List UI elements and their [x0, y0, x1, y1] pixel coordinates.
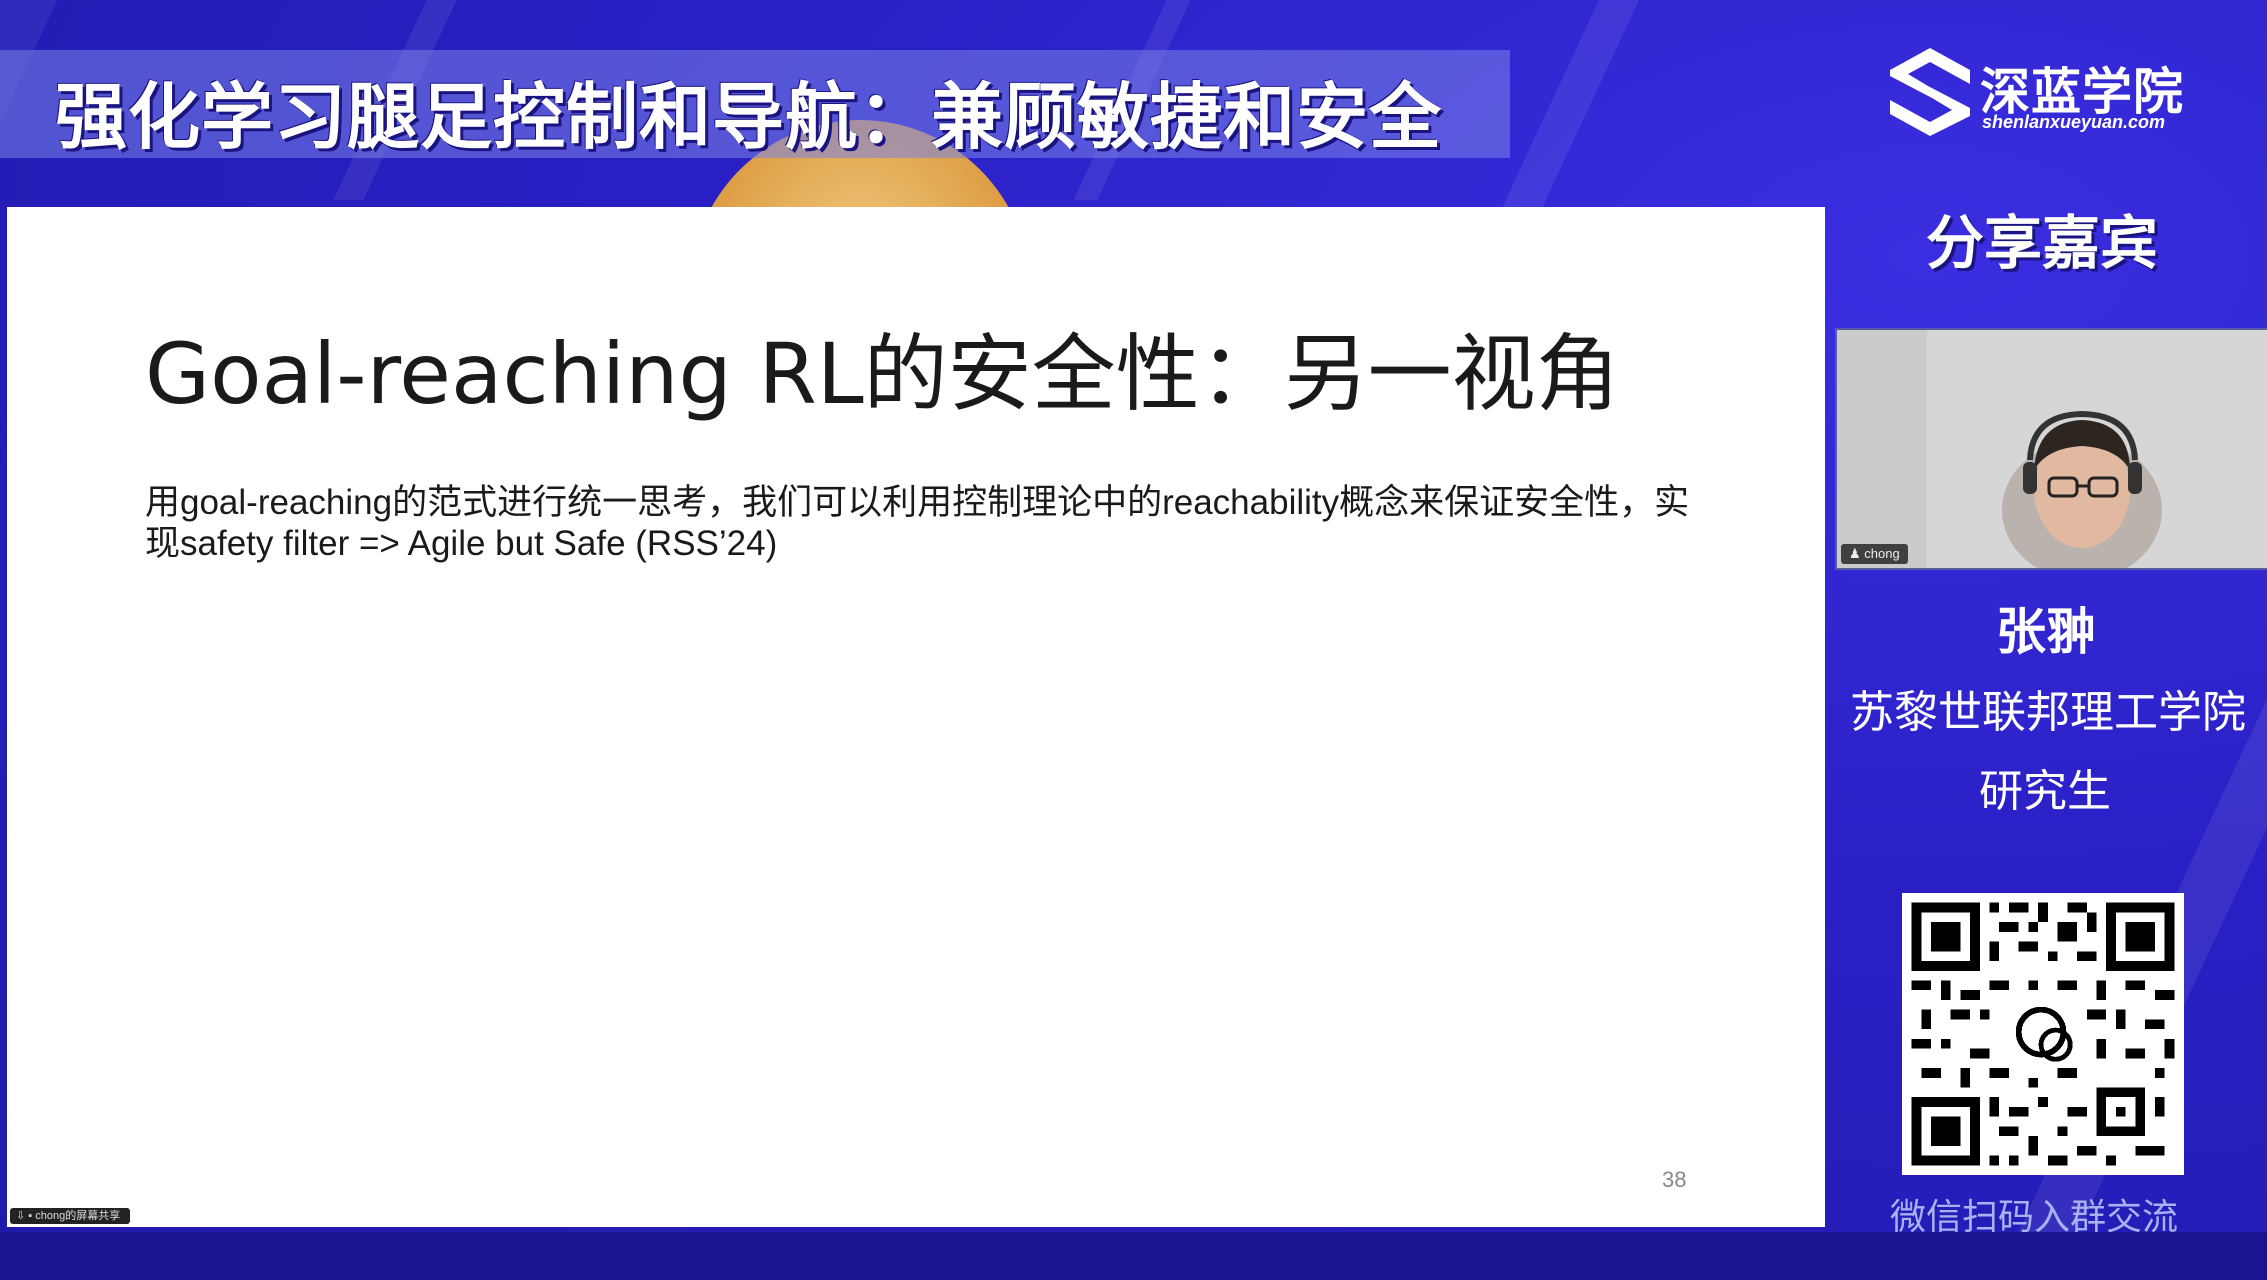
- webcam-feed[interactable]: ♟ chong: [1835, 328, 2267, 570]
- shenlan-s-logo-icon: [1890, 48, 1970, 136]
- logo-name-en: shenlanxueyuan.com: [1982, 112, 2166, 132]
- screen-share-icon: ⇩ ▪: [16, 1210, 36, 1222]
- screen-share-indicator[interactable]: ⇩ ▪ chong的屏幕共享: [10, 1208, 130, 1224]
- webcam-label: chong: [1864, 546, 1900, 561]
- guest-name: 张翀: [1996, 604, 2096, 660]
- slide-title: Goal-reaching RL的安全性：另一视角: [145, 325, 1620, 423]
- slide-page-number: 38: [1662, 1167, 1687, 1192]
- main-title: 强化学习腿足控制和导航：兼顾敏捷和安全: [55, 78, 1443, 158]
- wechat-qr-code: [1902, 893, 2184, 1175]
- presentation-slide: Goal-reaching RL的安全性：另一视角 用goal-reaching…: [7, 207, 1825, 1227]
- guest-heading: 分享嘉宾: [1926, 211, 2159, 276]
- bottom-bar: [0, 1232, 2267, 1280]
- guest-institution: 苏黎世联邦理工学院: [1850, 688, 2246, 737]
- bg-streak: [1501, 0, 1639, 210]
- screen-share-label: chong的屏幕共享: [35, 1210, 121, 1222]
- webcam-name-tag: ♟ chong: [1841, 544, 1908, 564]
- wechat-qr-code-icon: [1902, 893, 2184, 1175]
- participant-icon: ♟: [1849, 546, 1865, 561]
- person-video-icon: [1837, 330, 2267, 568]
- slide-body-text: 用goal-reaching的范式进行统一思考，我们可以利用控制理论中的reac…: [145, 483, 1690, 563]
- guest-role: 研究生: [1979, 767, 2111, 816]
- brand-logo: 深蓝学院 shenlanxueyuan.com: [1888, 46, 2188, 146]
